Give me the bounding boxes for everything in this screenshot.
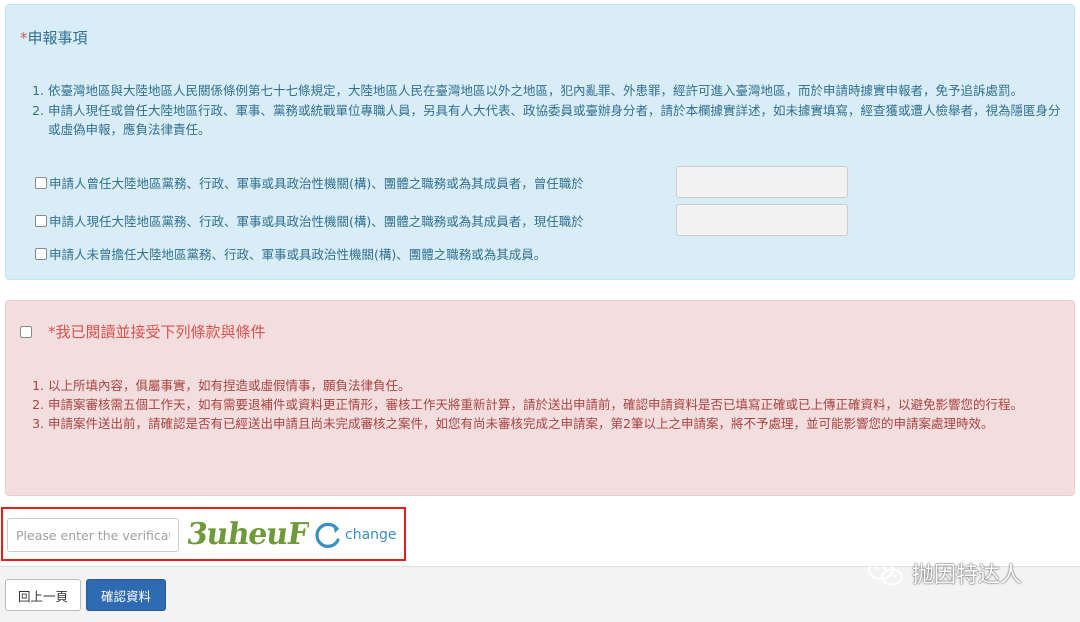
former-position-input[interactable] bbox=[676, 166, 848, 198]
captcha-input[interactable] bbox=[7, 518, 179, 552]
current-position-input[interactable] bbox=[676, 204, 848, 236]
option-never-position[interactable]: 申請人未曾擔任大陸地區黨務、行政、軍事或具政治性機關(構)、團體之職務或為其成員… bbox=[35, 244, 546, 263]
watermark-text: 抛因特达人 bbox=[912, 563, 1023, 588]
option-current-position[interactable]: 申請人現任大陸地區黨務、行政、軍事或具政治性機關(構)、團體之職務或為其成員者，… bbox=[35, 211, 584, 230]
checkbox[interactable] bbox=[35, 247, 47, 260]
list-item: 申請案審核需五個工作天，如有需要退補件或資料更正情形，審核工作天將重新計算，請於… bbox=[48, 395, 1066, 414]
change-link[interactable]: change bbox=[345, 527, 397, 543]
option-former-position[interactable]: 申請人曾任大陸地區黨務、行政、軍事或具政治性機關(構)、團體之職務或為其成員者，… bbox=[35, 173, 584, 192]
terms-title-text: 我已閱讀並接受下列條款與條件 bbox=[55, 323, 266, 341]
terms-header[interactable]: *我已閱讀並接受下列條款與條件 bbox=[20, 321, 266, 342]
required-star: * bbox=[48, 323, 56, 341]
declaration-title: *申報事項 bbox=[20, 27, 88, 48]
declaration-title-text: 申報事項 bbox=[27, 29, 88, 47]
option-label: 申請人未曾擔任大陸地區黨務、行政、軍事或具政治性機關(構)、團體之職務或為其成員… bbox=[49, 247, 547, 262]
list-item: 依臺灣地區與大陸地區人民關係條例第七十七條規定，大陸地區人民在臺灣地區以外之地區… bbox=[48, 81, 1066, 100]
watermark: 抛因特达人 bbox=[866, 557, 1022, 589]
terms-panel: *我已閱讀並接受下列條款與條件 以上所填內容，俱屬事實，如有捏造或虛假情事，願負… bbox=[5, 300, 1075, 496]
checkbox[interactable] bbox=[35, 214, 47, 227]
list-item: 申請人現任或曾任大陸地區行政、軍事、黨務或統戰單位專職人員，另具有人大代表、政協… bbox=[48, 101, 1066, 139]
confirm-button[interactable]: 確認資料 bbox=[86, 579, 166, 611]
required-star: * bbox=[20, 29, 28, 47]
accept-terms-checkbox[interactable] bbox=[20, 325, 32, 338]
list-item: 以上所填內容，俱屬事實，如有捏造或虛假情事，願負法律負任。 bbox=[48, 376, 1066, 395]
back-button[interactable]: 回上一頁 bbox=[5, 579, 81, 611]
captcha-code: 3uheuF bbox=[185, 517, 309, 552]
list-item: 申請案件送出前，請確認是否有已經送出申請且尚未完成審核之案件，如您有尚未審核完成… bbox=[48, 414, 1066, 433]
declaration-panel: *申報事項 依臺灣地區與大陸地區人民關係條例第七十七條規定，大陸地區人民在臺灣地… bbox=[5, 4, 1075, 280]
option-label: 申請人曾任大陸地區黨務、行政、軍事或具政治性機關(構)、團體之職務或為其成員者，… bbox=[49, 176, 584, 191]
captcha-section: 3uheuF change bbox=[1, 507, 406, 561]
captcha-change-button[interactable]: change bbox=[313, 520, 397, 550]
wechat-icon bbox=[868, 560, 903, 586]
terms-list: 以上所填內容，俱屬事實，如有捏造或虛假情事，願負法律負任。 申請案審核需五個工作… bbox=[26, 376, 1066, 433]
checkbox[interactable] bbox=[35, 176, 47, 189]
terms-title: *我已閱讀並接受下列條款與條件 bbox=[48, 321, 266, 342]
option-label: 申請人現任大陸地區黨務、行政、軍事或具政治性機關(構)、團體之職務或為其成員者，… bbox=[49, 214, 584, 229]
captcha-image: 3uheuF bbox=[185, 517, 309, 555]
refresh-icon bbox=[315, 522, 340, 548]
declaration-list: 依臺灣地區與大陸地區人民關係條例第七十七條規定，大陸地區人民在臺灣地區以外之地區… bbox=[26, 81, 1066, 140]
